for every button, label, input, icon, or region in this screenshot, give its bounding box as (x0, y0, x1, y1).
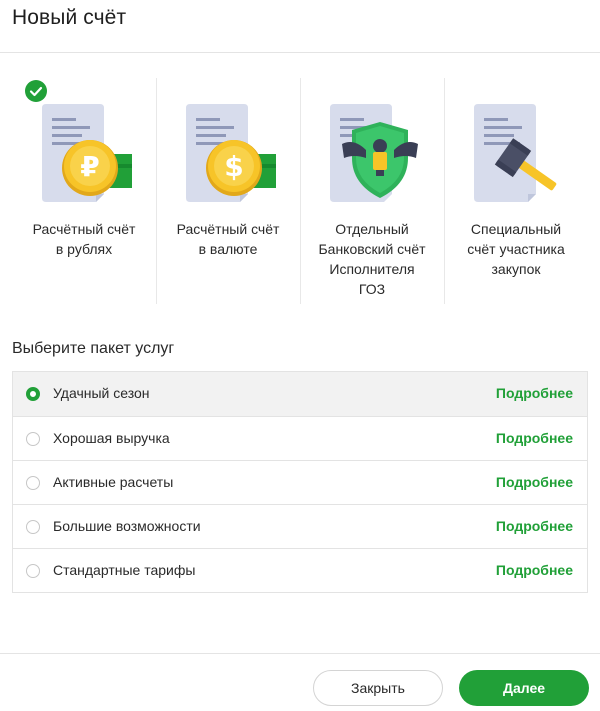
package-name: Активные расчеты (53, 474, 174, 490)
account-label: Специальный счёт участника закупок (467, 221, 565, 277)
dialog-header: Новый счёт (0, 0, 600, 53)
close-button[interactable]: Закрыть (313, 670, 443, 706)
radio-unselected[interactable] (26, 432, 40, 446)
package-name: Большие возможности (53, 518, 201, 534)
radio-unselected[interactable] (26, 520, 40, 534)
next-button[interactable]: Далее (459, 670, 589, 706)
package-name: Удачный сезон (53, 385, 150, 401)
dialog-title: Новый счёт (12, 6, 127, 29)
package-list: Удачный сезон Подробнее Хорошая выручка … (12, 371, 588, 593)
radio-selected[interactable] (26, 387, 40, 401)
svg-text:$: $ (224, 150, 243, 183)
footer-divider (0, 653, 600, 654)
details-link[interactable]: Подробнее (496, 430, 573, 446)
package-name: Стандартные тарифы (53, 562, 196, 578)
svg-text:₽: ₽ (80, 150, 99, 183)
radio-unselected[interactable] (26, 476, 40, 490)
account-type-selector: ₽ Расчётный счёт в рублях $ Расчётный сч… (12, 78, 588, 304)
account-option-currency[interactable]: $ Расчётный счёт в валюте (156, 78, 300, 304)
package-name: Хорошая выручка (53, 430, 170, 446)
package-row[interactable]: Стандартные тарифы Подробнее (13, 548, 587, 592)
eagle-shield-document-icon (330, 104, 418, 202)
dollar-coin-document-icon: $ (186, 104, 276, 202)
details-link[interactable]: Подробнее (496, 474, 573, 490)
package-row[interactable]: Удачный сезон Подробнее (13, 372, 587, 416)
package-row[interactable]: Активные расчеты Подробнее (13, 460, 587, 504)
gavel-document-icon (474, 104, 557, 202)
ruble-coin-document-icon: ₽ (42, 104, 132, 202)
package-row[interactable]: Большие возможности Подробнее (13, 504, 587, 548)
account-option-goz[interactable]: Отдельный Банковский счёт Исполнителя ГО… (300, 78, 444, 304)
details-link[interactable]: Подробнее (496, 562, 573, 578)
details-link[interactable]: Подробнее (496, 385, 573, 401)
selected-check-icon (25, 80, 47, 102)
account-option-procurement[interactable]: Специальный счёт участника закупок (444, 78, 588, 304)
package-section-title: Выберите пакет услуг (12, 340, 175, 357)
account-option-rub[interactable]: ₽ Расчётный счёт в рублях (12, 78, 156, 304)
radio-unselected[interactable] (26, 564, 40, 578)
account-label: Отдельный Банковский счёт Исполнителя ГО… (318, 221, 426, 297)
package-row[interactable]: Хорошая выручка Подробнее (13, 416, 587, 460)
account-label: Расчётный счёт в валюте (176, 221, 280, 257)
details-link[interactable]: Подробнее (496, 518, 573, 534)
account-label: Расчётный счёт в рублях (32, 221, 136, 257)
